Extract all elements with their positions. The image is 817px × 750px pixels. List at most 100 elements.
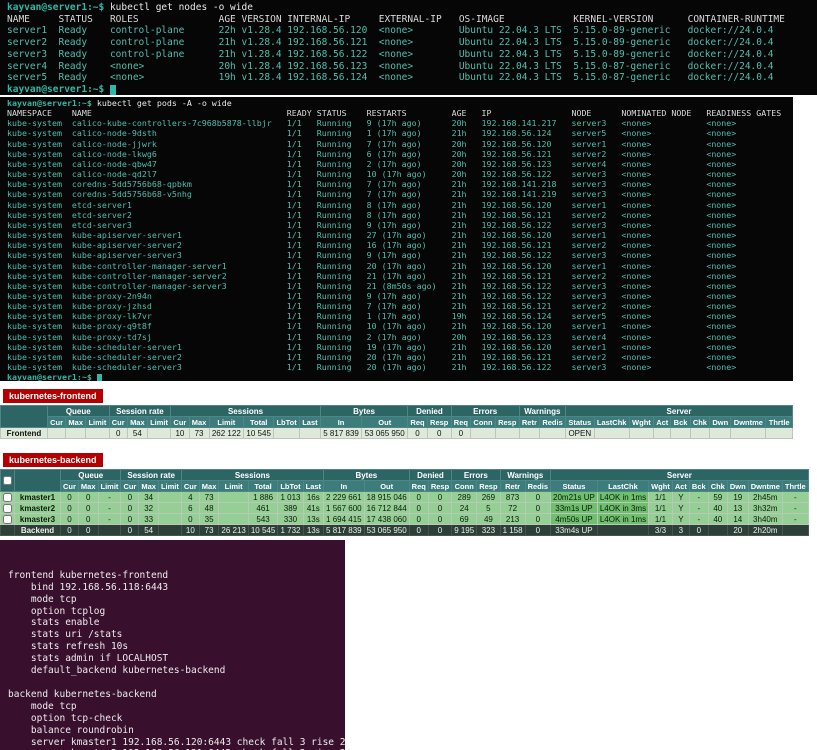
table-row-line: kube-system calico-node-qd2l7 1/1 Runnin… [7, 169, 793, 179]
table-header-line: NAME STATUS ROLES AGE VERSION INTERNAL-I… [7, 14, 817, 26]
stats-column-header: Bck [689, 481, 708, 492]
stats-cell: 40 [708, 514, 727, 525]
table-row-line: kube-system kube-controller-manager-serv… [7, 281, 793, 291]
stats-column-header: Conn [452, 481, 477, 492]
stats-group-header: Queue [61, 470, 121, 481]
stats-cell [147, 428, 170, 439]
stats-cell [629, 428, 653, 439]
server-checkbox[interactable] [3, 504, 12, 513]
stats-header-columns: CurMaxLimitCurMaxLimitCurMaxLimitTotalLb… [1, 481, 809, 492]
stats-column-header: Max [66, 417, 86, 428]
stats-column-header: Thrtle [782, 481, 808, 492]
stats-cell [98, 525, 121, 536]
table-row-line: kube-system kube-apiserver-server1 1/1 R… [7, 230, 793, 240]
terminal-haproxy-config-window[interactable]: frontend kubernetes-frontend bind 192.16… [0, 540, 345, 750]
stats-cell: 19 [727, 492, 748, 503]
server-checkbox[interactable] [3, 493, 12, 502]
stats-cell: 0 [525, 514, 550, 525]
stats-column-header: Limit [158, 481, 181, 492]
stats-cell: 20 [727, 525, 748, 536]
stats-cell: 0 [121, 503, 139, 514]
stats-column-header: Last [300, 417, 321, 428]
table-row-line: server4 Ready <none> 20h v1.28.4 192.168… [7, 61, 817, 73]
stats-cell: 5 817 839 [320, 428, 361, 439]
table-row-line: kube-system kube-apiserver-server3 1/1 R… [7, 250, 793, 260]
shell-prompt: kayvan@server1:~$ [7, 372, 97, 381]
stats-cell: - [98, 503, 121, 514]
table-row-line: server3 Ready control-plane 21h v1.28.4 … [7, 49, 817, 61]
stats-cell: 269 [477, 492, 500, 503]
stats-column-header: Max [189, 417, 209, 428]
terminal-line: kayvan@server1:~$ kubectl get nodes -o w… [7, 2, 817, 14]
stats-cell: 69 [452, 514, 477, 525]
server-checkbox[interactable] [3, 515, 12, 524]
stats-cell: 41s [303, 503, 323, 514]
stats-cell [597, 525, 648, 536]
stats-cell [47, 428, 65, 439]
stats-cell: 0 [525, 525, 550, 536]
stats-cell: 32 [139, 503, 159, 514]
stats-cell [594, 428, 629, 439]
stats-cell: 0 [109, 428, 127, 439]
frontend-proxy-name-link[interactable]: kubernetes-frontend [3, 389, 103, 403]
table-row-line: kube-system kube-scheduler-server2 1/1 R… [7, 352, 793, 362]
table-row-line: kube-system kube-controller-manager-serv… [7, 261, 793, 271]
stats-cell: 389 [278, 503, 303, 514]
stats-cell: 0 [61, 514, 79, 525]
stats-group-header: Bytes [324, 470, 410, 481]
select-all-checkbox[interactable] [3, 476, 12, 485]
stats-column-header: Dwn [710, 417, 731, 428]
stats-cell: 0 [428, 503, 451, 514]
stats-cell [274, 428, 300, 439]
stats-cell [731, 428, 766, 439]
stats-column-header: Limit [147, 417, 170, 428]
stats-column-header: Limit [209, 417, 244, 428]
stats-cell: 18 915 046 [364, 492, 409, 503]
table-row-line: kube-system coredns-5dd5756b68-qpbkm 1/1… [7, 179, 793, 189]
table-row-line: kube-system kube-scheduler-server3 1/1 R… [7, 362, 793, 372]
stats-group-header: Errors [452, 470, 500, 481]
stats-cell: 0 [78, 525, 98, 536]
stats-row-name: kmaster1 [15, 492, 61, 503]
stats-column-header: Cur [181, 481, 199, 492]
stats-cell: 0 [409, 492, 428, 503]
stats-column-header: Wght [629, 417, 653, 428]
stats-row-name: Frontend [1, 428, 48, 439]
table-row-line: server2 Ready control-plane 21h v1.28.4 … [7, 37, 817, 49]
stats-cell: 10 545 [248, 525, 277, 536]
terminal-pods-window[interactable]: kayvan@server1:~$ kubectl get pods -A -o… [0, 97, 793, 381]
stats-column-header: Chk [708, 481, 727, 492]
stats-column-header: Thrtle [766, 417, 793, 428]
stats-cell: 13s [303, 514, 323, 525]
name-column-header [1, 406, 48, 428]
stats-cell [690, 428, 710, 439]
stats-column-header: Cur [47, 417, 65, 428]
stats-cell: 0 [428, 492, 451, 503]
stats-cell: 16s [303, 492, 323, 503]
stats-cell: 0 [121, 525, 139, 536]
terminal-nodes-window[interactable]: kayvan@server1:~$ kubectl get nodes -o w… [0, 0, 817, 95]
stats-row-kmaster3: kmaster300-03303554333013s1 694 41517 43… [1, 514, 809, 525]
stats-cell: 0 [427, 428, 451, 439]
stats-group-header: Warnings [500, 470, 550, 481]
stats-cell: 20m21s UP [551, 492, 598, 503]
stats-column-header: Resp [427, 417, 451, 428]
backend-proxy-name-link[interactable]: kubernetes-backend [3, 453, 103, 467]
stats-cell: 0 [409, 503, 428, 514]
stats-cell: Y [672, 514, 689, 525]
stats-cell [471, 428, 496, 439]
name-column-header [15, 470, 61, 492]
stats-cell: 461 [248, 503, 277, 514]
stats-column-header: In [324, 481, 365, 492]
row-checkbox-cell [1, 492, 15, 503]
stats-column-header: Resp [477, 481, 500, 492]
stats-cell: 54 [139, 525, 159, 536]
stats-cell: 53 065 950 [364, 525, 409, 536]
table-row-line: kube-system kube-proxy-jzhsd 1/1 Running… [7, 301, 793, 311]
stats-cell: 33m1s UP [551, 503, 598, 514]
stats-cell: 73 [199, 525, 219, 536]
stats-cell: 6 [181, 503, 199, 514]
stats-column-header: Act [672, 481, 689, 492]
stats-column-header: Cur [121, 481, 139, 492]
stats-cell: 1 013 [278, 492, 303, 503]
